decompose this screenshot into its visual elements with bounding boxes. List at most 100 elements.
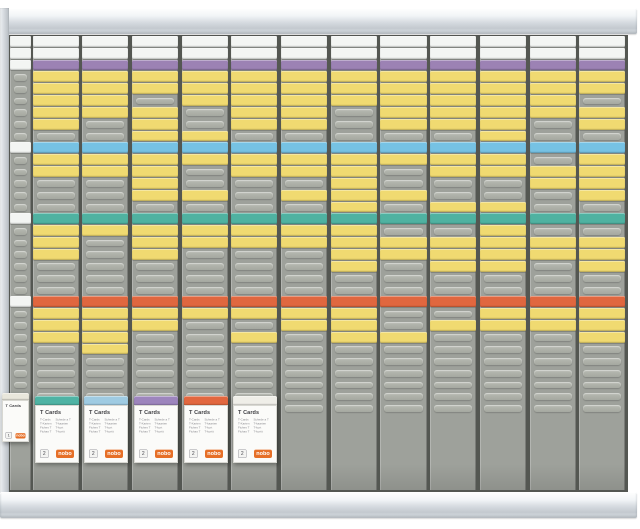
card-slot: [33, 71, 79, 83]
slot-empty: [430, 190, 476, 202]
card-slot: [281, 107, 327, 119]
slot-lip: [384, 322, 422, 329]
card-slot: [380, 142, 426, 154]
t-card-yellow: [331, 261, 377, 272]
slot-empty: [231, 190, 277, 202]
t-card-yellow: [480, 166, 526, 177]
header-card-white: [10, 60, 31, 71]
slot-lip: [86, 382, 124, 389]
card-slot: [281, 320, 327, 332]
t-card-yellow: [281, 95, 327, 106]
slot-lip: [434, 192, 472, 199]
slot-lip: [285, 393, 323, 400]
t-card-yellow: [331, 237, 377, 248]
card-slot: [281, 308, 327, 320]
slot-empty: [182, 273, 228, 285]
card-slot: [33, 213, 79, 225]
pack-description-lines: T-CardsT-KartenFiches TFichas TSchede a …: [238, 419, 273, 434]
card-slot: [380, 60, 426, 72]
slot-lip: [583, 204, 621, 211]
t-card-yellow: [331, 308, 377, 319]
pack-title: T Cards: [6, 404, 26, 409]
slot-empty: [579, 344, 625, 356]
t-card-pack-index: T Cards1nobo: [2, 393, 29, 442]
column-12: [579, 36, 625, 490]
t-card-yellow: [331, 249, 377, 260]
slot-empty: [82, 202, 128, 214]
slot-lip: [285, 405, 323, 412]
card-slot: [331, 225, 377, 237]
slot-empty: [380, 284, 426, 296]
card-slot: [480, 249, 526, 261]
separator-card-teal: [82, 213, 128, 224]
card-slot: [430, 166, 476, 178]
card-slot: [132, 166, 178, 178]
separator-card-blue: [331, 142, 377, 153]
card-slot: [430, 296, 476, 308]
pack-card-stack: [233, 396, 277, 405]
card-slot: [132, 320, 178, 332]
card-slot: [480, 83, 526, 95]
t-card-yellow: [579, 154, 625, 165]
t-card-yellow: [33, 308, 79, 319]
card-slot: [182, 60, 228, 72]
slot-empty: [33, 273, 79, 285]
card-slot: [331, 190, 377, 202]
slot-empty: [231, 367, 277, 379]
card-slot: [530, 95, 576, 107]
t-card-yellow: [231, 107, 277, 118]
slot-empty: [579, 367, 625, 379]
card-slot: [579, 332, 625, 344]
card-slot: [331, 213, 377, 225]
t-card-yellow: [281, 83, 327, 94]
slot-lip: [186, 370, 224, 377]
slot-empty: [530, 190, 576, 202]
slot-empty: [530, 131, 576, 143]
slot-lip: [86, 275, 124, 282]
slot-lip: [534, 346, 572, 353]
slot-empty: [10, 379, 31, 391]
slot-empty: [281, 202, 327, 214]
slot-empty: [231, 131, 277, 143]
separator-card-teal: [579, 213, 625, 224]
card-slot: [380, 154, 426, 166]
t-card-yellow: [530, 249, 576, 260]
t-card-yellow: [33, 166, 79, 177]
card-slot: [480, 154, 526, 166]
slot-empty: [380, 178, 426, 190]
card-slot: [182, 71, 228, 83]
slot-lip: [37, 275, 75, 282]
slot-lip: [534, 204, 572, 211]
t-card-yellow: [331, 332, 377, 343]
slot-empty: [132, 344, 178, 356]
card-slot: [530, 249, 576, 261]
card-slot: [82, 60, 128, 72]
t-card-yellow: [281, 71, 327, 82]
slot-lip: [86, 180, 124, 187]
card-slot: [331, 154, 377, 166]
card-slot: [33, 95, 79, 107]
t-card-yellow: [579, 166, 625, 177]
card-slot: [430, 36, 476, 48]
slot-lip: [186, 287, 224, 294]
slot-empty: [132, 95, 178, 107]
card-slot: [530, 71, 576, 83]
card-slot: [480, 166, 526, 178]
slot-lip: [37, 133, 75, 140]
slot-lip: [235, 263, 273, 270]
slot-lip: [384, 311, 422, 318]
card-slot: [132, 131, 178, 143]
slot-lip: [37, 287, 75, 294]
slot-lip: [484, 346, 522, 353]
card-slot: [182, 48, 228, 60]
card-slot: [33, 249, 79, 261]
card-slot: [10, 142, 31, 154]
card-slot: [231, 154, 277, 166]
t-card-yellow: [182, 237, 228, 248]
slot-lip: [534, 228, 572, 235]
separator-card-purple: [82, 60, 128, 71]
slot-lip: [484, 393, 522, 400]
header-card-white: [182, 36, 228, 47]
separator-card-purple: [530, 60, 576, 71]
slot-empty: [82, 178, 128, 190]
